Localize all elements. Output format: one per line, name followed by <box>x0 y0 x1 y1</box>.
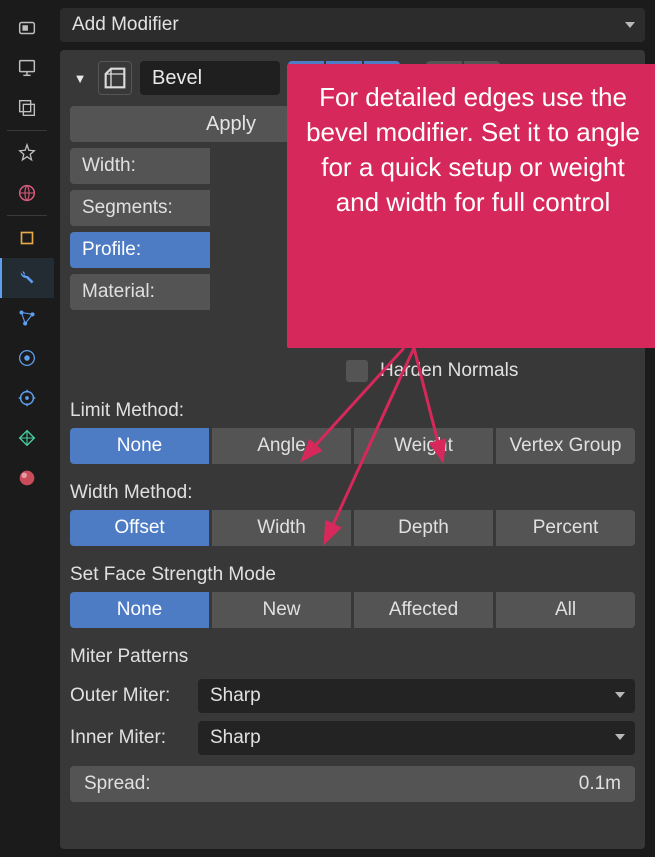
collapse-toggle[interactable]: ▼ <box>70 68 90 88</box>
rail-physics-icon[interactable] <box>0 338 54 378</box>
wm-offset[interactable]: Offset <box>70 510 209 546</box>
main-area: Add Modifier ▼ Bevel <box>54 0 655 857</box>
fs-none[interactable]: None <box>70 592 209 628</box>
outer-miter-label: Outer Miter: <box>70 685 192 707</box>
spread-field[interactable]: Spread: 0.1m <box>70 766 635 802</box>
limit-none[interactable]: None <box>70 428 209 464</box>
wm-width[interactable]: Width <box>212 510 351 546</box>
annotation-text: For detailed edges use the bevel modifie… <box>306 82 640 217</box>
miter-title: Miter Patterns <box>70 646 635 668</box>
rail-constraints-icon[interactable] <box>0 378 54 418</box>
rail-output-icon[interactable] <box>0 48 54 88</box>
material-label: Material: <box>82 281 155 303</box>
rail-world-icon[interactable] <box>0 173 54 213</box>
rail-modifiers-icon[interactable] <box>0 258 54 298</box>
annotation-callout: For detailed edges use the bevel modifie… <box>287 64 655 348</box>
width-method-label: Width Method: <box>70 482 635 504</box>
modifier-name-field[interactable]: Bevel <box>140 61 280 95</box>
harden-normals-row: Harden Normals <box>70 360 635 382</box>
face-strength-label: Set Face Strength Mode <box>70 564 635 586</box>
segments-label: Segments: <box>82 197 173 219</box>
rail-render-icon[interactable] <box>0 8 54 48</box>
harden-normals-checkbox[interactable] <box>346 360 368 382</box>
inner-miter-label: Inner Miter: <box>70 727 192 749</box>
rail-data-icon[interactable] <box>0 418 54 458</box>
apply-label: Apply <box>206 113 256 136</box>
limit-method-label: Limit Method: <box>70 400 635 422</box>
rail-object-icon[interactable] <box>0 218 54 258</box>
spread-label: Spread: <box>84 773 151 795</box>
inner-miter-dropdown[interactable]: Sharp <box>198 721 635 755</box>
width-method-segmented: Offset Width Depth Percent <box>70 510 635 546</box>
rail-scene-icon[interactable] <box>0 133 54 173</box>
profile-field[interactable]: Profile: <box>70 232 210 268</box>
limit-vgroup[interactable]: Vertex Group <box>496 428 635 464</box>
bevel-icon <box>98 61 132 95</box>
material-field[interactable]: Material: <box>70 274 210 310</box>
add-modifier-dropdown[interactable]: Add Modifier <box>60 8 645 42</box>
rail-particles-icon[interactable] <box>0 298 54 338</box>
limit-method-segmented: None Angle Weight Vertex Group <box>70 428 635 464</box>
segments-field[interactable]: Segments: <box>70 190 210 226</box>
tool-rail <box>0 0 54 857</box>
width-label: Width: <box>82 155 136 177</box>
fs-affected[interactable]: Affected <box>354 592 493 628</box>
width-field[interactable]: Width: <box>70 148 210 184</box>
fs-new[interactable]: New <box>212 592 351 628</box>
root: Add Modifier ▼ Bevel <box>0 0 655 857</box>
limit-angle[interactable]: Angle <box>212 428 351 464</box>
outer-miter-dropdown[interactable]: Sharp <box>198 679 635 713</box>
rail-material-icon[interactable] <box>0 458 54 498</box>
wm-depth[interactable]: Depth <box>354 510 493 546</box>
profile-label: Profile: <box>82 239 141 261</box>
rail-layers-icon[interactable] <box>0 88 54 128</box>
spread-value: 0.1m <box>579 773 621 795</box>
face-strength-segmented: None New Affected All <box>70 592 635 628</box>
harden-normals-label: Harden Normals <box>380 360 518 382</box>
limit-weight[interactable]: Weight <box>354 428 493 464</box>
add-modifier-label: Add Modifier <box>72 14 179 36</box>
modifier-name-text: Bevel <box>152 67 202 90</box>
wm-percent[interactable]: Percent <box>496 510 635 546</box>
fs-all[interactable]: All <box>496 592 635 628</box>
